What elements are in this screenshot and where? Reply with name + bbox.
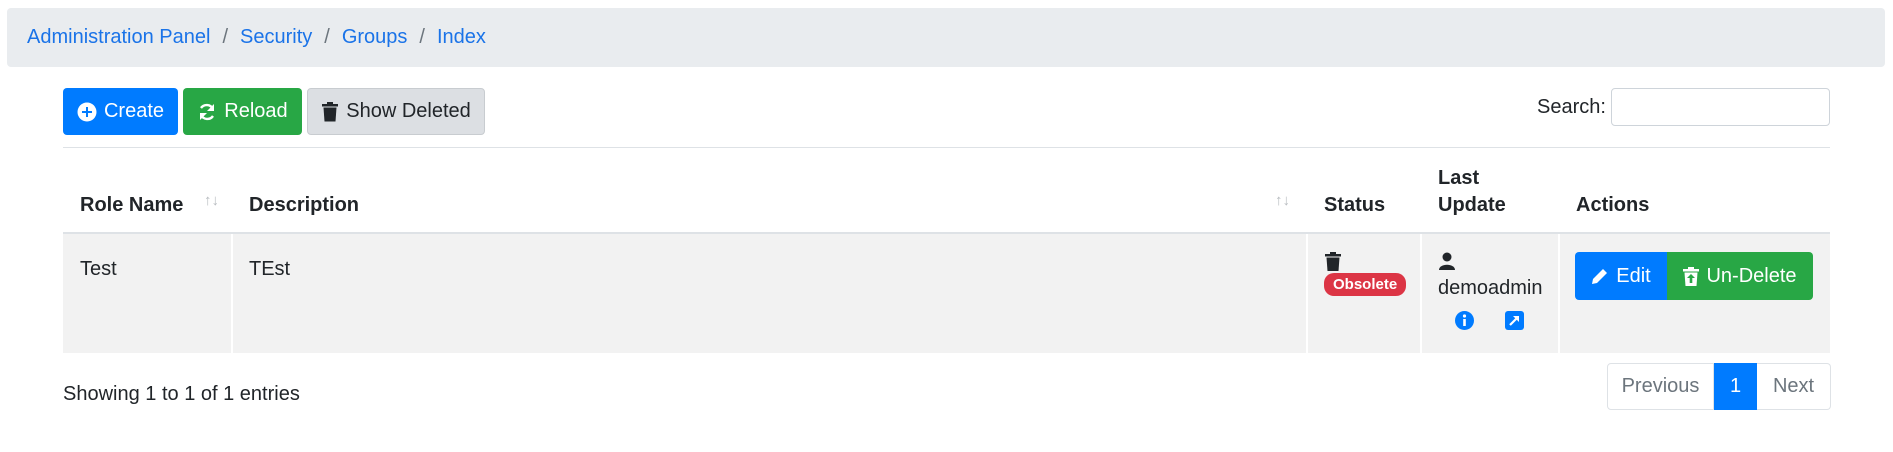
breadcrumb-index[interactable]: Index: [437, 26, 486, 49]
undelete-button-label: Un-Delete: [1706, 264, 1797, 287]
last-update-user: demoadmin: [1438, 277, 1543, 299]
edit-button[interactable]: Edit: [1575, 252, 1667, 300]
breadcrumb: Administration Panel / Security / Groups…: [7, 8, 1885, 67]
show-deleted-button[interactable]: Show Deleted: [307, 88, 485, 135]
breadcrumb-groups[interactable]: Groups: [342, 26, 408, 49]
trash-restore-icon: [1683, 266, 1700, 286]
table-header: Role Name ↑↓ Description ↑↓ Status Last …: [63, 148, 1830, 234]
table-row: Test TEst Obsolete demoadmin Edit Un-Del…: [63, 234, 1830, 353]
pencil-icon: [1592, 269, 1608, 284]
edit-button-label: Edit: [1616, 264, 1651, 287]
groups-table: Role Name ↑↓ Description ↑↓ Status Last …: [63, 147, 1830, 353]
search-label: Search:: [1537, 96, 1606, 118]
breadcrumb-administration-panel[interactable]: Administration Panel: [27, 26, 210, 49]
column-header-role-name[interactable]: Role Name: [80, 194, 183, 217]
undelete-button[interactable]: Un-Delete: [1667, 252, 1813, 300]
table-info: Showing 1 to 1 of 1 entries: [63, 383, 300, 405]
role-name-cell: Test: [80, 258, 117, 280]
plus-circle-icon: [77, 102, 97, 121]
trash-icon: [322, 101, 339, 121]
user-icon: [1439, 252, 1455, 270]
description-cell: TEst: [249, 258, 291, 280]
column-header-description[interactable]: Description: [249, 194, 359, 217]
show-deleted-label: Show Deleted: [346, 100, 471, 122]
status-badge: Obsolete: [1324, 273, 1407, 296]
breadcrumb-separator: /: [222, 26, 228, 48]
create-button[interactable]: Create: [63, 88, 178, 135]
breadcrumb-separator: /: [324, 26, 330, 48]
reload-button-label: Reload: [224, 100, 288, 122]
create-button-label: Create: [103, 100, 165, 122]
pagination-page-1[interactable]: 1: [1714, 363, 1757, 410]
external-link-icon[interactable]: [1505, 311, 1524, 330]
column-header-actions: Actions: [1576, 194, 1650, 216]
column-divider: [231, 234, 233, 353]
column-header-last-update-line2: Update: [1438, 194, 1506, 216]
info-circle-icon[interactable]: [1455, 311, 1474, 330]
column-header-status: Status: [1324, 194, 1386, 216]
pagination-next[interactable]: Next: [1757, 363, 1831, 410]
sort-icon[interactable]: ↑↓: [1275, 192, 1290, 209]
pagination: Previous 1 Next: [1607, 363, 1831, 410]
column-header-last-update: Last: [1438, 167, 1480, 189]
sort-icon[interactable]: ↑↓: [204, 192, 219, 209]
trash-icon: [1325, 252, 1341, 271]
column-divider: [1420, 234, 1422, 353]
search-input[interactable]: [1611, 88, 1830, 126]
column-divider: [1558, 234, 1560, 353]
breadcrumb-security[interactable]: Security: [240, 26, 312, 49]
pagination-previous[interactable]: Previous: [1607, 363, 1714, 410]
breadcrumb-separator: /: [419, 26, 425, 48]
sync-icon: [200, 103, 215, 120]
reload-button[interactable]: Reload: [183, 88, 302, 135]
column-divider: [1306, 234, 1308, 353]
